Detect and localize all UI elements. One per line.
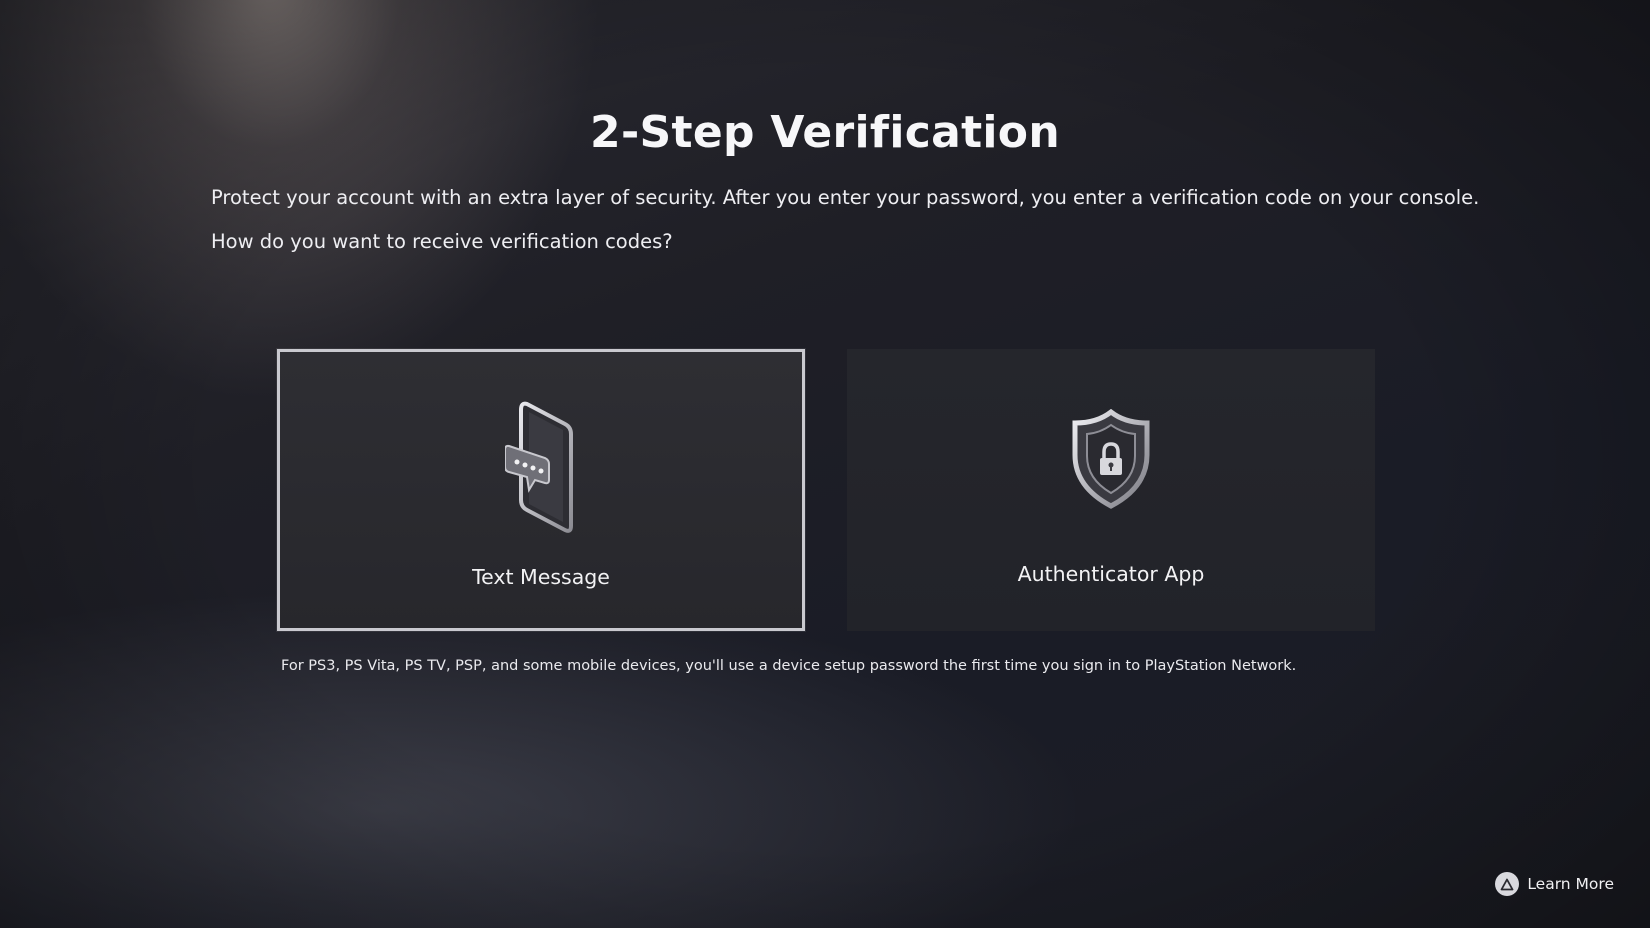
learn-more-button[interactable]: Learn More [1495,872,1614,896]
phone-message-icon [504,400,577,540]
device-setup-note: For PS3, PS Vita, PS TV, PSP, and some m… [281,658,1297,674]
page-description: Protect your account with an extra layer… [211,186,1480,209]
option-text-message[interactable]: Text Message [277,349,805,631]
option-authenticator-app[interactable]: Authenticator App [847,349,1375,631]
page-title: 2-Step Verification [590,107,1060,159]
triangle-button-icon [1495,872,1520,896]
learn-more-label: Learn More [1527,875,1614,893]
shield-lock-icon [1069,408,1153,513]
option-label: Authenticator App [1017,562,1205,586]
page-question: How do you want to receive verification … [211,230,673,253]
option-label: Text Message [472,565,610,589]
